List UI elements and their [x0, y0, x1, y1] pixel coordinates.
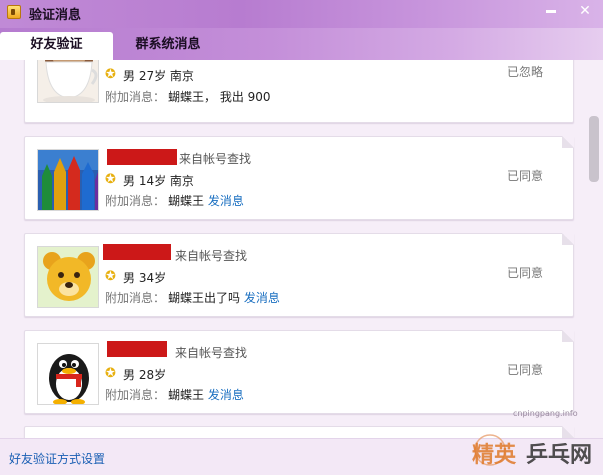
colored-pencils-avatar[interactable]	[37, 149, 99, 211]
star-level-icon: ✪	[105, 269, 116, 284]
tab-bar: 好友验证 群系统消息	[0, 28, 603, 60]
user-gender-age-city: 男 27岁 南京	[123, 69, 194, 83]
redacted-nickname	[107, 341, 167, 357]
message-list: ✪ 男 27岁 南京 附加消息： 蝴蝶王， 我出 900 已忽略 来自帐号查找 …	[0, 60, 603, 438]
extra-message-label: 附加消息：	[105, 194, 166, 208]
svg-text:乒乓网: 乒乓网	[526, 443, 592, 468]
status-label: 已同意	[507, 363, 544, 377]
status-label: 已忽略	[507, 65, 544, 79]
list-item[interactable]: ✪ 男 27岁 南京 附加消息： 蝴蝶王， 我出 900 已忽略	[24, 60, 574, 123]
status-label: 已同意	[507, 266, 544, 280]
extra-message-value: 蝴蝶王 发消息	[168, 388, 244, 402]
redacted-nickname	[103, 244, 171, 260]
watermark-logo: 精英 乒乓网	[470, 420, 600, 470]
scrollbar-thumb[interactable]	[589, 116, 599, 182]
watermark-url: cnpingpang.info	[513, 409, 578, 418]
list-item[interactable]: 来自帐号查找 ✪ 男 28岁 附加消息： 蝴蝶王 发消息 已同意	[24, 330, 574, 414]
svg-text:精英: 精英	[472, 442, 517, 468]
source-text: 来自帐号查找	[175, 346, 248, 360]
page-fold	[562, 136, 574, 148]
teddy-bear-avatar[interactable]	[37, 246, 99, 308]
star-level-icon: ✪	[105, 172, 116, 187]
user-gender-age-city: 男 34岁	[123, 271, 167, 285]
list-item[interactable]: 来自帐号查找 ✪ 男 14岁 南京 附加消息： 蝴蝶王 发消息 已同意	[24, 136, 574, 220]
send-message-link[interactable]: 发消息	[244, 291, 280, 305]
redacted-nickname	[107, 149, 177, 165]
tab-group-system-messages[interactable]: 群系统消息	[113, 32, 223, 60]
minimize-icon[interactable]	[540, 2, 562, 20]
send-message-link[interactable]: 发消息	[208, 388, 244, 402]
title-bar: 验证消息 ✕	[0, 0, 603, 28]
star-level-icon: ✪	[105, 67, 116, 82]
star-level-icon: ✪	[105, 366, 116, 381]
verification-settings-link[interactable]: 好友验证方式设置	[9, 450, 105, 467]
extra-message-label: 附加消息：	[105, 291, 166, 305]
send-message-link[interactable]: 发消息	[208, 194, 244, 208]
close-icon[interactable]: ✕	[574, 2, 596, 20]
source-text: 来自帐号查找	[175, 249, 248, 263]
extra-message-value: 蝴蝶王出了吗 发消息	[168, 291, 280, 305]
coffee-cup-avatar[interactable]	[37, 60, 99, 103]
extra-message-value: 蝴蝶王 发消息	[168, 194, 244, 208]
extra-message-value: 蝴蝶王， 我出 900	[168, 90, 271, 104]
window-title: 验证消息	[29, 8, 82, 23]
page-fold	[562, 330, 574, 342]
status-label: 已同意	[507, 169, 544, 183]
source-text: 来自帐号查找	[179, 152, 252, 166]
user-gender-age-city: 男 14岁 南京	[123, 174, 194, 188]
app-icon	[7, 5, 21, 19]
extra-message-label: 附加消息：	[105, 388, 166, 402]
extra-message-label: 附加消息：	[105, 90, 166, 104]
penguin-avatar[interactable]	[37, 343, 99, 405]
user-gender-age-city: 男 28岁	[123, 368, 167, 382]
list-item[interactable]: 来自帐号查找 ✪ 男 34岁 附加消息： 蝴蝶王出了吗 发消息 已同意	[24, 233, 574, 317]
tab-friend-verification[interactable]: 好友验证	[0, 32, 113, 60]
page-fold	[562, 233, 574, 245]
